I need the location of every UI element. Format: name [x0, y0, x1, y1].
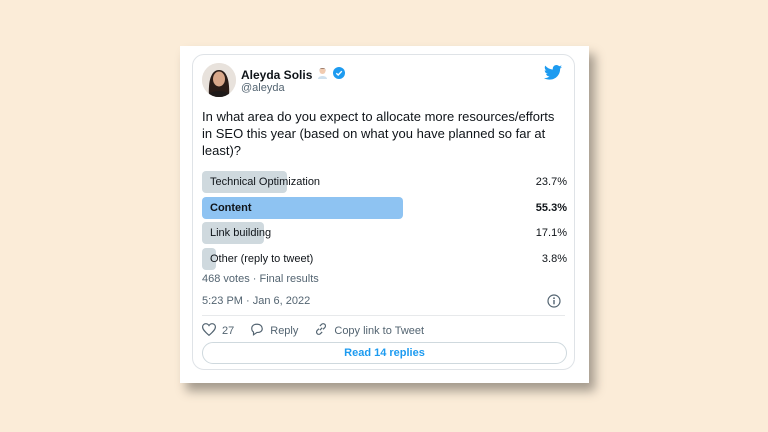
tweet-timestamp[interactable]: 5:23 PM · Jan 6, 2022 — [202, 295, 310, 307]
link-icon — [314, 322, 328, 339]
reply-icon — [250, 323, 264, 339]
read-replies-button[interactable]: Read 14 replies — [202, 342, 567, 364]
tweet-card: Aleyda Solis @aleyda In what area do you… — [192, 54, 575, 370]
poll-option-label: Technical Optimization — [210, 176, 321, 188]
poll-option-label: Link building — [210, 227, 272, 239]
avatar[interactable] — [202, 63, 236, 97]
poll-summary: 468 votes · Final results — [202, 273, 319, 285]
poll-option-percent: 55.3% — [535, 202, 567, 214]
like-button[interactable]: 27 — [201, 322, 235, 339]
reply-label: Reply — [270, 324, 299, 337]
twitter-bird-icon[interactable] — [544, 65, 562, 85]
info-icon[interactable] — [547, 294, 561, 313]
poll-option-percent: 17.1% — [535, 227, 567, 239]
like-count: 27 — [222, 324, 235, 337]
copy-link-label: Copy link to Tweet — [334, 324, 425, 337]
verified-badge-icon — [333, 66, 346, 84]
tweet-text: In what area do you expect to allocate m… — [202, 109, 555, 158]
divider — [202, 315, 565, 316]
copy-link-button[interactable]: Copy link to Tweet — [314, 322, 424, 339]
poll-option-winner: Content 55.3% — [202, 197, 567, 219]
poll-option-percent: 23.7% — [535, 176, 567, 188]
poll-option-percent: 3.8% — [541, 253, 567, 265]
tweet-actions: 27 Reply Copy link to Tweet — [201, 322, 440, 339]
poll-option: Link building 17.1% — [202, 222, 567, 244]
screenshot-frame: Aleyda Solis @aleyda In what area do you… — [180, 46, 589, 383]
emoji-icon — [316, 66, 329, 84]
poll-option: Technical Optimization 23.7% — [202, 171, 567, 193]
author-handle[interactable]: @aleyda — [241, 82, 285, 94]
reply-button[interactable]: Reply — [250, 323, 298, 339]
poll-option: Other (reply to tweet) 3.8% — [202, 248, 567, 270]
heart-icon — [201, 322, 217, 339]
poll-option-label: Content — [210, 202, 252, 214]
author-name[interactable]: Aleyda Solis — [241, 68, 312, 82]
poll-option-label: Other (reply to tweet) — [210, 253, 314, 265]
